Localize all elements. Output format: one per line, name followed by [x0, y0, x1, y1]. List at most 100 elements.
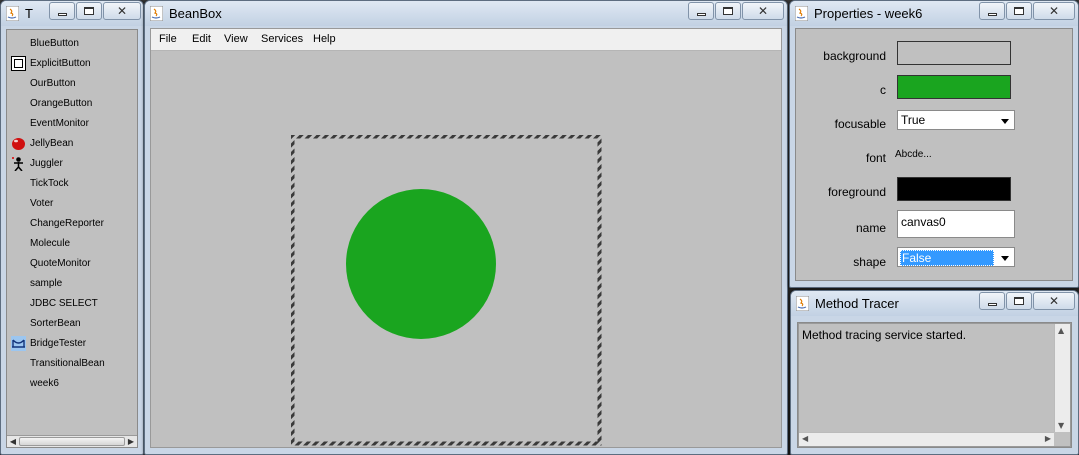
minimize-button[interactable] — [979, 2, 1005, 20]
chevron-down-icon — [1001, 256, 1009, 261]
toolbox-item-label: OurButton — [30, 78, 76, 89]
toolbox-item[interactable]: sample — [7, 274, 137, 294]
minimize-button[interactable] — [49, 2, 75, 20]
menu-help[interactable]: Help — [313, 33, 336, 45]
toolbox-item[interactable]: JellyBean — [7, 134, 137, 154]
toolbox-item[interactable]: OrangeButton — [7, 94, 137, 114]
property-sheet: background c focusable True font Abcde..… — [795, 28, 1073, 281]
maximize-button[interactable] — [76, 2, 102, 20]
c-color-swatch[interactable] — [897, 75, 1011, 99]
focusable-dropdown[interactable]: True — [897, 110, 1015, 130]
toolbox-item[interactable]: week6 — [7, 374, 137, 394]
property-label: foreground — [827, 185, 886, 199]
toolbox-item-label: TransitionalBean — [30, 358, 105, 369]
properties-window: Properties - week6 ✕ background c focusa… — [789, 0, 1079, 288]
maximize-button[interactable] — [1006, 2, 1032, 20]
toolbox-item[interactable]: Juggler — [7, 154, 137, 174]
scroll-right-icon[interactable]: ▶ — [125, 436, 137, 447]
close-button[interactable]: ✕ — [103, 2, 141, 20]
toolbox-item-label: EventMonitor — [30, 118, 89, 129]
toolbox-item[interactable]: TransitionalBean — [7, 354, 137, 374]
tracer-client: Method tracing service started. ▲ ▼ ◀ ▶ — [797, 322, 1072, 448]
java-icon — [796, 296, 809, 311]
close-icon: ✕ — [1048, 4, 1060, 18]
menu-view[interactable]: View — [224, 33, 248, 45]
scrollbar-thumb[interactable] — [19, 437, 125, 446]
minimize-icon — [696, 12, 706, 16]
toolbox-item[interactable]: TickTock — [7, 174, 137, 194]
property-label: font — [865, 151, 886, 165]
property-row-name: name canvas0 — [796, 210, 1056, 238]
toolbox-item-label: ExplicitButton — [30, 58, 91, 69]
toolbox-item[interactable]: Voter — [7, 194, 137, 214]
toolbox-item[interactable]: OurButton — [7, 74, 137, 94]
toolbox-item-label: OrangeButton — [30, 98, 93, 109]
scroll-left-icon[interactable]: ◀ — [802, 434, 808, 443]
beanbox-titlebar[interactable]: BeanBox ✕ — [145, 1, 787, 26]
juggler-icon — [12, 157, 23, 171]
toolbox-titlebar[interactable]: T ✕ — [1, 1, 143, 26]
shape-dropdown[interactable]: False — [897, 247, 1015, 267]
maximize-button[interactable] — [1006, 292, 1032, 310]
menu-services[interactable]: Services — [261, 33, 303, 45]
green-circle — [346, 189, 496, 339]
toolbox-item-label: JDBC SELECT — [30, 298, 98, 309]
background-color-swatch[interactable] — [897, 41, 1011, 65]
trace-log[interactable]: Method tracing service started. ▲ ▼ ◀ ▶ — [798, 323, 1071, 447]
toolbox-item[interactable]: Molecule — [7, 234, 137, 254]
toolbox-item[interactable]: BlueButton — [7, 34, 137, 54]
maximize-button[interactable] — [715, 2, 741, 20]
property-row-focusable: focusable True — [796, 109, 1056, 135]
property-label: c — [880, 83, 886, 97]
toolbox-item[interactable]: ChangeReporter — [7, 214, 137, 234]
bridge-icon — [11, 336, 26, 351]
selected-bean[interactable] — [291, 135, 602, 446]
name-text-field[interactable]: canvas0 — [897, 210, 1015, 238]
scroll-left-icon[interactable]: ◀ — [7, 436, 19, 447]
button-box-icon — [11, 56, 26, 71]
menu-file[interactable]: File — [159, 33, 177, 45]
java-icon — [6, 6, 19, 21]
property-row-foreground: foreground — [796, 177, 1056, 203]
minimize-button[interactable] — [979, 292, 1005, 310]
toolbox-item[interactable]: SorterBean — [7, 314, 137, 334]
toolbox-item-label: BlueButton — [30, 38, 79, 49]
method-tracer-title: Method Tracer — [815, 296, 899, 311]
java-icon — [795, 6, 808, 21]
property-label: name — [855, 221, 886, 235]
properties-titlebar[interactable]: Properties - week6 ✕ — [790, 1, 1078, 26]
tracer-vertical-scrollbar[interactable]: ▲ ▼ — [1054, 324, 1070, 432]
menu-edit[interactable]: Edit — [192, 33, 211, 45]
name-field-value: canvas0 — [901, 215, 946, 229]
method-tracer-titlebar[interactable]: Method Tracer ✕ — [791, 291, 1078, 316]
scroll-down-icon[interactable]: ▼ — [1058, 421, 1064, 430]
close-button[interactable]: ✕ — [742, 2, 784, 20]
menu-bar: File Edit View Services Help — [151, 29, 781, 51]
toolbox-item-label: JellyBean — [30, 138, 74, 149]
toolbox-item[interactable]: BridgeTester — [7, 334, 137, 354]
bean-canvas[interactable] — [151, 51, 781, 447]
toolbox-item-label: QuoteMonitor — [30, 258, 91, 269]
close-button[interactable]: ✕ — [1033, 292, 1075, 310]
toolbox-item[interactable]: EventMonitor — [7, 114, 137, 134]
toolbox-item[interactable]: JDBC SELECT — [7, 294, 137, 314]
maximize-icon — [1014, 297, 1024, 305]
close-button[interactable]: ✕ — [1033, 2, 1075, 20]
minimize-button[interactable] — [688, 2, 714, 20]
font-value[interactable]: Abcde... — [895, 149, 932, 160]
toolbox-item[interactable]: ExplicitButton — [7, 54, 137, 74]
trace-log-text: Method tracing service started. — [802, 328, 967, 342]
scroll-right-icon[interactable]: ▶ — [1045, 434, 1051, 443]
toolbox-item-label: BridgeTester — [30, 338, 87, 349]
toolbox-item-label: SorterBean — [30, 318, 81, 329]
tracer-horizontal-scrollbar[interactable]: ◀ ▶ — [799, 432, 1054, 446]
foreground-color-swatch[interactable] — [897, 177, 1011, 201]
toolbox-item[interactable]: QuoteMonitor — [7, 254, 137, 274]
jellybean-icon — [12, 138, 25, 150]
toolbox-list: ◀ ▶ BlueButton ExplicitButton OurButton Ora… — [6, 29, 138, 448]
toolbox-item-label: ChangeReporter — [30, 218, 104, 229]
toolbox-horizontal-scrollbar[interactable]: ◀ ▶ — [7, 435, 137, 447]
toolbox-window: T ✕ ◀ ▶ BlueButton ExplicitButton OurButto… — [0, 0, 144, 455]
scroll-up-icon[interactable]: ▲ — [1058, 326, 1064, 335]
dropdown-value: True — [901, 113, 926, 127]
